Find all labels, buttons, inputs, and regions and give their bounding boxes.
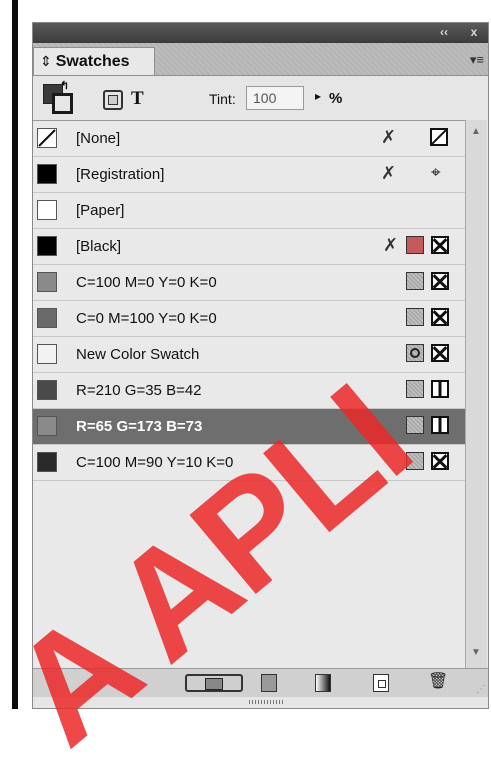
cmyk-mode-icon [431,344,449,362]
panel-drag-grip[interactable] [249,700,285,704]
swatch-chip [37,308,57,328]
process-color-icon [406,416,424,434]
new-swatch-button[interactable] [373,674,389,692]
collapse-icon[interactable]: ‹‹ [436,24,452,41]
swap-fill-stroke-icon[interactable]: ↰ [60,79,69,92]
swatch-chip [37,236,57,256]
list-item[interactable]: [Registration] ✗ ⌖ [33,157,465,193]
registration-target-icon: ⌖ [431,163,441,182]
tint-unit: % [329,90,343,107]
swatch-name: [Paper] [76,202,125,219]
swatch-name: C=100 M=0 Y=0 K=0 [76,274,217,291]
panel-titlebar: ‹‹ x [33,23,488,43]
tab-label: Swatches [55,52,130,70]
list-item[interactable]: [Paper] [33,193,465,229]
tab-expand-icon: ⇕ [40,53,52,69]
left-border-rule [12,0,18,709]
swatch-chip [37,380,57,400]
cmyk-mode-icon [431,272,449,290]
swatch-name: [None] [76,130,121,147]
list-item[interactable]: R=210 G=35 B=42 [33,373,465,409]
cmyk-mode-icon [431,236,449,254]
process-color-icon [406,452,424,470]
scroll-down-icon[interactable]: ▼ [471,647,481,658]
list-item[interactable]: C=100 M=0 Y=0 K=0 [33,265,465,301]
panel-tab-row: ⇕ Swatches ▾≡ [33,43,488,76]
panel-bottom-toolbar: 🗑 ⋰ [33,668,488,697]
non-editable-pencil-icon: ✗ [381,127,397,147]
swatch-name: R=65 G=173 B=73 [76,418,203,435]
swatch-controls: ↰ T Tint: 100 ▸ % [33,76,488,118]
formatting-affects-text-button[interactable]: T [131,88,144,110]
rgb-mode-icon [431,380,449,398]
cmyk-mode-icon [431,452,449,470]
list-item[interactable]: C=0 M=100 Y=0 K=0 [33,301,465,337]
swatch-chip-none [37,128,57,148]
swatch-chip [37,416,57,436]
tab-swatches[interactable]: ⇕ Swatches [33,47,155,75]
list-item[interactable]: New Color Swatch [33,337,465,373]
swatch-chip [37,200,57,220]
swatch-name: C=100 M=90 Y=10 K=0 [76,454,234,471]
rgb-mode-icon [431,416,449,434]
formatting-affects-container-button[interactable] [103,90,123,110]
trash-icon[interactable]: 🗑 [428,674,448,692]
cmyk-mode-icon [431,308,449,326]
swatches-panel: ‹‹ x ⇕ Swatches ▾≡ ↰ T Tint: 100 ▸ % [No… [32,22,489,709]
swatch-chip [37,452,57,472]
process-color-icon [406,380,424,398]
swatch-name: New Color Swatch [76,346,200,363]
process-color-icon [406,272,424,290]
show-gradient-swatches-button[interactable] [315,674,331,692]
fill-stroke-selector[interactable]: ↰ [43,80,73,114]
scroll-up-icon[interactable]: ▲ [471,126,481,137]
swatch-chip [37,164,57,184]
list-scrollbar[interactable]: ▲ ▼ [465,120,487,668]
close-icon[interactable]: x [466,24,482,41]
spot-color-icon [406,344,424,362]
non-editable-pencil-icon: ✗ [381,163,397,183]
list-item[interactable]: [None] ✗ [33,121,465,157]
process-color-icon [406,308,424,326]
list-item-selected[interactable]: R=65 G=173 B=73 [33,409,465,445]
none-mode-icon [430,128,448,146]
show-color-swatches-button[interactable] [261,674,277,692]
swatch-chip [37,344,57,364]
list-item[interactable]: C=100 M=90 Y=10 K=0 [33,445,465,481]
swatch-name: C=0 M=100 Y=0 K=0 [76,310,217,327]
tint-slider-arrow-icon[interactable]: ▸ [315,89,321,103]
tint-label: Tint: [209,91,236,107]
swatch-chip [37,272,57,292]
swatch-list: [None] ✗ [Registration] ✗ ⌖ [Paper] [Bla… [33,120,465,669]
tint-input[interactable]: 100 [246,86,304,110]
panel-menu-icon[interactable]: ▾≡ [470,52,484,68]
resize-grip-icon[interactable]: ⋰ [476,684,486,695]
non-editable-pencil-icon: ✗ [383,235,399,255]
stroke-box-icon[interactable] [52,93,73,114]
list-item[interactable]: [Black] ✗ [33,229,465,265]
swatch-name: R=210 G=35 B=42 [76,382,202,399]
swatch-name: [Registration] [76,166,165,183]
swatch-name: [Black] [76,238,122,255]
show-all-swatches-button[interactable] [185,674,243,692]
process-color-icon [406,236,424,254]
